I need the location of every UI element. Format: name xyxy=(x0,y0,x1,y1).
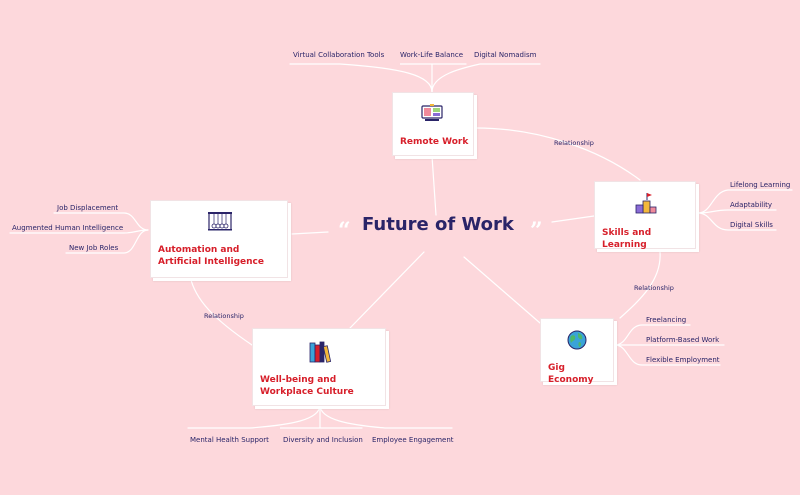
central-topic[interactable]: Future of Work xyxy=(362,214,522,244)
topic-label: Gig Economy xyxy=(548,363,594,385)
leaf-augmented-human-intelligence[interactable]: Augmented Human Intelligence xyxy=(12,224,123,232)
leaf-digital-nomadism[interactable]: Digital Nomadism xyxy=(474,51,536,59)
topic-skills-learning[interactable]: Skills and Learning xyxy=(594,181,696,250)
topic-label: Automation and Artificial Intelligence xyxy=(158,245,264,267)
relationship-label[interactable]: Relationship xyxy=(554,139,594,147)
globe-icon xyxy=(567,330,587,354)
leaf-diversity-inclusion[interactable]: Diversity and Inclusion xyxy=(283,436,363,444)
relationship-label[interactable]: Relationship xyxy=(634,284,674,292)
monitor-icon xyxy=(421,104,443,126)
leaf-digital-skills[interactable]: Digital Skills xyxy=(730,221,773,229)
leaf-new-job-roles[interactable]: New Job Roles xyxy=(69,244,118,252)
relationship-label[interactable]: Relationship xyxy=(204,312,244,320)
newtons-cradle-icon xyxy=(207,211,233,235)
leaf-employee-engagement[interactable]: Employee Engagement xyxy=(372,436,454,444)
leaf-job-displacement[interactable]: Job Displacement xyxy=(57,204,118,212)
leaf-adaptability[interactable]: Adaptability xyxy=(730,201,772,209)
topic-wellbeing[interactable]: Well-being and Workplace Culture xyxy=(252,328,386,406)
quote-right-icon: ” xyxy=(530,218,543,244)
podium-icon xyxy=(635,192,657,218)
books-icon xyxy=(309,341,333,367)
leaf-virtual-collaboration-tools[interactable]: Virtual Collaboration Tools xyxy=(293,51,384,59)
leaf-work-life-balance[interactable]: Work-Life Balance xyxy=(400,51,463,59)
topic-gig-economy[interactable]: Gig Economy xyxy=(540,318,614,385)
topic-automation[interactable]: Automation and Artificial Intelligence xyxy=(150,200,288,278)
quote-left-icon: “ xyxy=(338,218,351,244)
topic-label: Skills and Learning xyxy=(602,228,652,250)
leaf-mental-health-support[interactable]: Mental Health Support xyxy=(190,436,269,444)
leaf-platform-based-work[interactable]: Platform-Based Work xyxy=(646,336,719,344)
topic-remote-work[interactable]: Remote Work xyxy=(392,92,474,156)
topic-label: Remote Work xyxy=(400,137,469,147)
leaf-flexible-employment[interactable]: Flexible Employment xyxy=(646,356,720,364)
leaf-freelancing[interactable]: Freelancing xyxy=(646,316,686,324)
topic-label: Well-being and Workplace Culture xyxy=(260,375,354,397)
leaf-lifelong-learning[interactable]: Lifelong Learning xyxy=(730,181,790,189)
